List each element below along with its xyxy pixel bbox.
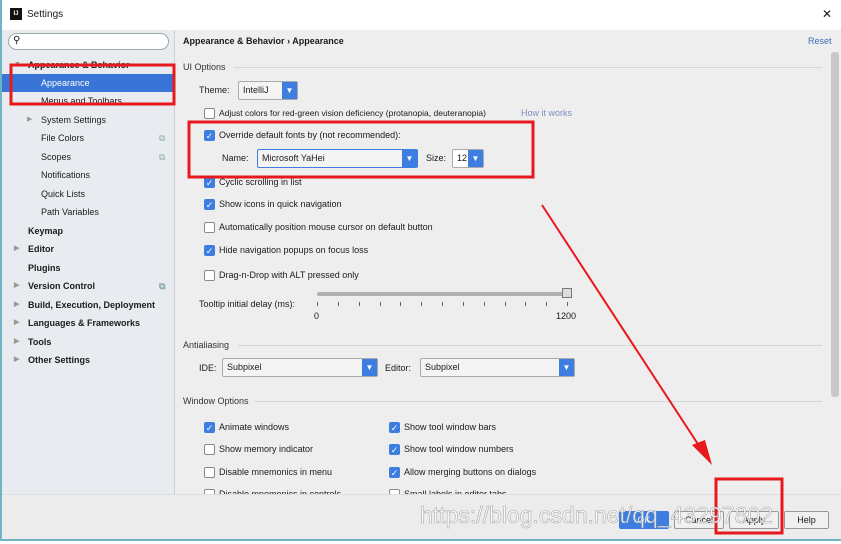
settings-dialog: IJ Settings ✕ ⚲ ▼ Appearance & Behavior A… bbox=[0, 0, 841, 541]
highlight-box-appearance bbox=[9, 63, 176, 106]
red-annotations bbox=[9, 63, 784, 535]
arrow-line bbox=[541, 204, 708, 459]
watermark: https://blog.csdn.net/qq_43297802 bbox=[420, 502, 774, 529]
highlight-box-override-fonts bbox=[187, 120, 535, 179]
arrow-head-icon bbox=[692, 440, 712, 465]
